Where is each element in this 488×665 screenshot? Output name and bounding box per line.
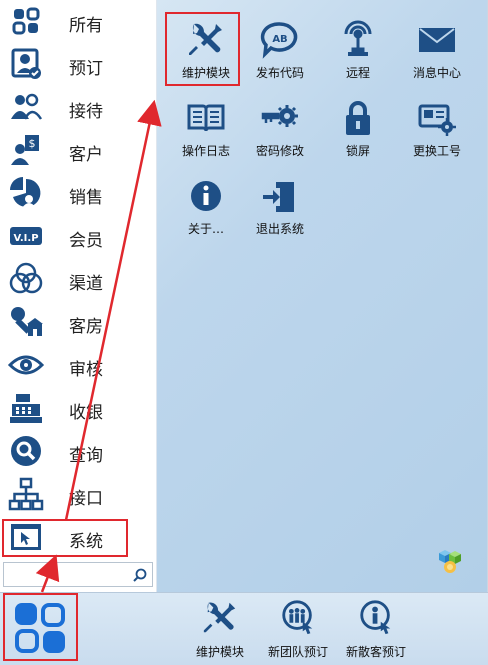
taskbar-new-individual-booking-button[interactable]: 新散客预订 [336, 599, 416, 661]
sidebar-item-label: 会员 [69, 231, 103, 251]
tile-label: 锁屏 [345, 144, 370, 158]
sidebar-item-label: 查询 [69, 446, 103, 466]
team-booking-icon [282, 600, 313, 635]
sidebar-item-system[interactable]: 系统 [0, 516, 157, 559]
sidebar-item-label: 审核 [69, 360, 103, 380]
customer-money-icon: $ [8, 132, 44, 168]
app-window: 所有 预订 接待 $ 客户 销售 V.I.P 会员 渠道 客房 审核 收银 查询… [0, 0, 488, 665]
system-window-icon [8, 519, 44, 555]
module-panel: 维护模块 AB 发布代码 远程 消息中心 操作日志 密码修改 锁屏 更换工号 关… [157, 0, 488, 592]
start-menu-icon [15, 603, 65, 653]
tile-label: 密码修改 [255, 144, 304, 158]
vip-card-icon: V.I.P [8, 218, 44, 254]
booking-user-icon [8, 46, 44, 82]
sidebar-item-member[interactable]: V.I.P 会员 [0, 215, 157, 258]
svg-text:V.I.P: V.I.P [13, 233, 38, 244]
taskbar-button-label: 新团队预订 [267, 645, 328, 659]
tile-label: 更换工号 [412, 144, 461, 158]
taskbar-maintenance-button[interactable]: 维护模块 [180, 599, 260, 661]
reception-people-icon [8, 89, 44, 125]
sidebar-item-audit[interactable]: 审核 [0, 344, 157, 387]
sidebar-item-booking[interactable]: 预订 [0, 43, 157, 86]
query-magnifier-icon [8, 433, 44, 469]
tile-about[interactable]: 关于… [169, 168, 243, 240]
sidebar: 所有 预订 接待 $ 客户 销售 V.I.P 会员 渠道 客房 审核 收银 查询… [0, 0, 157, 592]
tile-label: 维护模块 [181, 66, 230, 80]
svg-text:AB: AB [272, 34, 287, 45]
tile-lock-screen[interactable]: 锁屏 [321, 90, 395, 162]
tile-message-center[interactable]: 消息中心 [400, 12, 474, 84]
sidebar-item-label: 客户 [69, 145, 103, 165]
wrench-screwdriver-icon [203, 602, 236, 633]
tile-remote[interactable]: 远程 [321, 12, 395, 84]
taskbar-button-label: 维护模块 [195, 645, 244, 659]
taskbar-button-label: 新散客预订 [345, 645, 406, 659]
search-box[interactable] [3, 562, 153, 587]
padlock-icon [338, 98, 378, 138]
tile-label: 发布代码 [255, 66, 304, 80]
audit-eye-icon [8, 347, 44, 383]
sidebar-item-label: 收银 [69, 403, 103, 423]
cash-register-icon [8, 390, 44, 426]
sidebar-item-label: 预订 [69, 59, 103, 79]
key-gear-icon [260, 98, 300, 138]
sidebar-item-label: 所有 [69, 16, 103, 36]
tile-operation-log[interactable]: 操作日志 [169, 90, 243, 162]
room-key-icon [8, 304, 44, 340]
sidebar-item-all[interactable]: 所有 [0, 0, 157, 43]
sidebar-item-channel[interactable]: 渠道 [0, 258, 157, 301]
tile-exit-system[interactable]: 退出系统 [243, 168, 317, 240]
individual-booking-icon [360, 600, 391, 635]
sidebar-item-query[interactable]: 查询 [0, 430, 157, 473]
tile-label: 操作日志 [181, 144, 230, 158]
tile-label: 退出系统 [255, 222, 304, 236]
info-circle-icon [186, 176, 226, 216]
tile-publish-code[interactable]: AB 发布代码 [243, 12, 317, 84]
tile-change-password[interactable]: 密码修改 [243, 90, 317, 162]
sidebar-item-room[interactable]: 客房 [0, 301, 157, 344]
taskbar-new-team-booking-button[interactable]: 新团队预订 [258, 599, 338, 661]
sidebar-item-sales[interactable]: 销售 [0, 172, 157, 215]
search-input[interactable] [7, 566, 131, 583]
tile-change-employee-id[interactable]: 更换工号 [400, 90, 474, 162]
taskbar: 维护模块 新团队预订 新散客预订 [0, 592, 488, 665]
tile-maintenance[interactable]: 维护模块 [169, 12, 243, 84]
sales-pie-icon [8, 175, 44, 211]
sidebar-item-label: 客房 [69, 317, 103, 337]
tile-label: 远程 [345, 66, 370, 80]
sidebar-item-interface[interactable]: 接口 [0, 473, 157, 516]
apps-grid-icon [8, 3, 44, 39]
sidebar-item-label: 接待 [69, 102, 103, 122]
tile-label: 关于… [187, 222, 224, 236]
sidebar-item-label: 销售 [69, 188, 103, 208]
id-card-gear-icon [417, 98, 457, 138]
exit-door-icon [260, 176, 300, 216]
svg-text:$: $ [29, 137, 36, 150]
sidebar-item-cashier[interactable]: 收银 [0, 387, 157, 430]
book-log-icon [186, 98, 226, 138]
interface-network-icon [8, 476, 44, 512]
sidebar-item-customer[interactable]: $ 客户 [0, 129, 157, 172]
speech-bubble-ab-icon: AB [260, 20, 300, 60]
sidebar-item-reception[interactable]: 接待 [0, 86, 157, 129]
sidebar-item-label: 渠道 [69, 274, 103, 294]
envelope-icon [417, 20, 457, 60]
sidebar-item-label: 系统 [69, 532, 103, 552]
remote-antenna-icon [338, 20, 378, 60]
cubes-logo-icon [433, 545, 465, 575]
tile-label: 消息中心 [412, 66, 461, 80]
start-button[interactable] [5, 595, 75, 661]
sidebar-item-label: 接口 [69, 489, 103, 509]
channel-circles-icon [8, 261, 44, 297]
search-icon[interactable] [132, 567, 148, 583]
wrench-screwdriver-icon [186, 20, 226, 60]
